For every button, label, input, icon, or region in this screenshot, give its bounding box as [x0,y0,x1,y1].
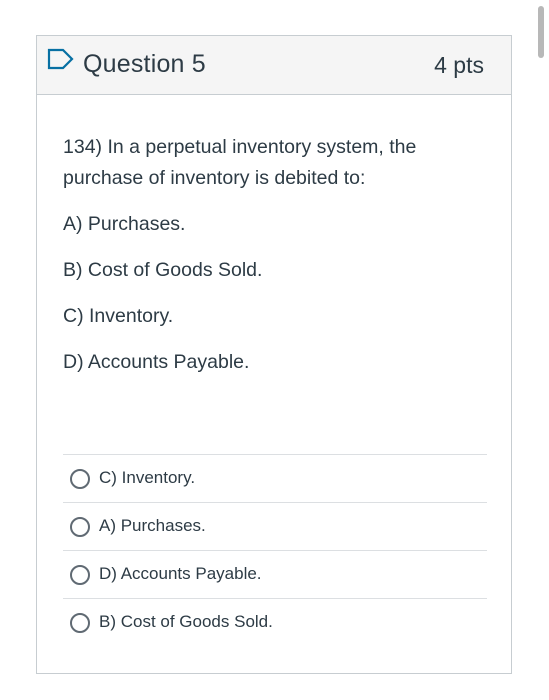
answer-label[interactable]: B) Cost of Goods Sold. [99,612,273,632]
flag-outline-icon[interactable] [47,48,75,70]
question-card: Question 5 4 pts 134) In a perpetual inv… [36,35,512,674]
question-text-line: purchase of inventory is debited to: [63,167,366,189]
radio-button[interactable] [70,564,90,585]
answer-option[interactable]: B) Cost of Goods Sold. [63,598,487,646]
listed-option-c: C) Inventory. [63,305,174,327]
question-points: 4 pts [434,52,484,78]
listed-option-a: A) Purchases. [63,213,186,235]
radio-button[interactable] [70,468,90,489]
answer-label[interactable]: A) Purchases. [99,516,206,536]
answer-option[interactable]: C) Inventory. [63,454,487,502]
listed-option-b: B) Cost of Goods Sold. [63,259,263,281]
radio-button[interactable] [70,516,90,537]
scrollbar-thumb[interactable] [538,6,544,58]
radio-button[interactable] [70,612,90,633]
listed-option-d: D) Accounts Payable. [63,351,250,373]
answer-list: C) Inventory. A) Purchases. D) Accounts … [63,454,487,646]
answer-label[interactable]: D) Accounts Payable. [99,564,262,584]
question-text-line: 134) In a perpetual inventory system, th… [63,136,417,158]
question-title: Question 5 [83,50,206,78]
answer-option[interactable]: D) Accounts Payable. [63,550,487,598]
question-text: 134) In a perpetual inventory system, th… [63,132,483,194]
answer-label[interactable]: C) Inventory. [99,468,195,488]
question-header: Question 5 4 pts [37,36,511,95]
answer-option[interactable]: A) Purchases. [63,502,487,550]
